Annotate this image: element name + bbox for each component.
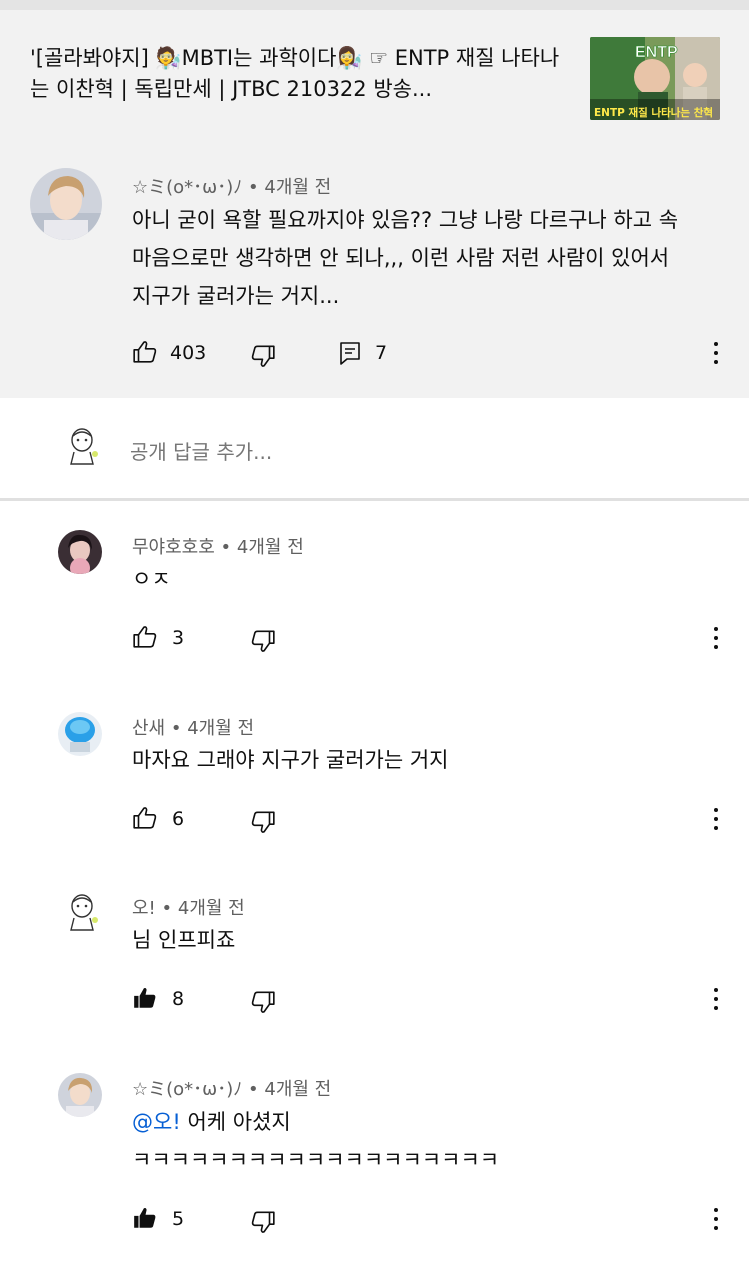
avatar[interactable]	[58, 1073, 102, 1117]
reply-icon[interactable]	[338, 340, 362, 370]
dislike-icon[interactable]	[250, 1209, 276, 1239]
like-icon-filled[interactable]	[132, 985, 158, 1015]
like-count: 6	[172, 808, 185, 830]
video-thumbnail[interactable]: ENTP ENTP 재질 나타나는 찬혁	[590, 37, 720, 120]
comment-author[interactable]: ☆ミ(o*･ω･)ﾉ	[132, 177, 242, 198]
dislike-icon[interactable]	[250, 809, 276, 839]
like-icon[interactable]	[132, 805, 158, 835]
mention-link[interactable]: @오!	[132, 1110, 181, 1134]
meta-separator: •	[248, 1079, 259, 1100]
comment-text-line2: ㅋㅋㅋㅋㅋㅋㅋㅋㅋㅋㅋㅋㅋㅋㅋㅋㅋㅋㅋ	[132, 1148, 500, 1172]
comment-time: 4개월 전	[236, 537, 304, 558]
thumbnail-image: ENTP ENTP 재질 나타나는 찬혁	[590, 37, 720, 120]
like-count: 5	[172, 1208, 185, 1230]
more-options-icon[interactable]	[713, 627, 719, 651]
comment-text: @오! 어케 아셨지 ㅋㅋㅋㅋㅋㅋㅋㅋㅋㅋㅋㅋㅋㅋㅋㅋㅋㅋㅋ	[132, 1103, 692, 1179]
comment-time: 4개월 전	[187, 718, 255, 739]
avatar[interactable]	[58, 712, 102, 756]
more-options-icon[interactable]	[713, 808, 719, 832]
comment-text: ㅇㅈ	[132, 567, 171, 591]
comment-text: 아니 굳이 욕할 필요까지야 있음?? 그냥 나랑 다르구나 하고 속마음으로만…	[132, 208, 679, 308]
comment-time: 4개월 전	[177, 898, 245, 919]
reply-composer[interactable]: 공개 답글 추가...	[0, 398, 749, 498]
comment-author[interactable]: 오!	[132, 898, 156, 919]
like-count: 8	[172, 988, 185, 1010]
reply-input[interactable]: 공개 답글 추가...	[130, 436, 272, 465]
thumbnail-tag: ENTP	[635, 44, 678, 61]
like-count: 403	[170, 342, 207, 364]
dislike-icon[interactable]	[250, 989, 276, 1019]
reply-count[interactable]: 7	[375, 342, 387, 364]
like-icon[interactable]	[132, 624, 158, 654]
avatar[interactable]	[58, 530, 102, 574]
dislike-icon[interactable]	[250, 343, 276, 373]
like-icon-filled[interactable]	[132, 1205, 158, 1235]
comment-author[interactable]: ☆ミ(o*･ω･)ﾉ	[132, 1079, 242, 1100]
like-icon[interactable]	[132, 339, 158, 369]
comment-text: 님 인프피죠	[132, 928, 236, 952]
more-options-icon[interactable]	[713, 342, 719, 366]
user-avatar	[62, 426, 102, 468]
like-count: 3	[172, 627, 185, 649]
video-title[interactable]: '[골라봐야지] 🧑‍🔬MBTI는 과학이다👩‍🔬 ☞ ENTP 재질 나타나는…	[30, 43, 570, 105]
meta-separator: •	[220, 537, 232, 558]
meta-separator: •	[248, 177, 259, 198]
comment-time: 4개월 전	[264, 1079, 332, 1100]
comment-text: 마자요 그래야 지구가 굴러가는 거지	[132, 748, 449, 772]
highlighted-comment: ☆ミ(o*･ω･)ﾉ • 4개월 전 아니 굳이 욕할 필요까지야 있음?? 그…	[0, 142, 749, 398]
dislike-icon[interactable]	[250, 628, 276, 658]
comment-author[interactable]: 산새	[132, 718, 165, 739]
comment-time: 4개월 전	[264, 177, 332, 198]
status-strip	[0, 0, 749, 10]
meta-separator: •	[161, 898, 173, 919]
section-divider	[0, 498, 749, 501]
more-options-icon[interactable]	[713, 1208, 719, 1232]
comment-text-line1: 어케 아셨지	[187, 1110, 291, 1134]
more-options-icon[interactable]	[713, 988, 719, 1012]
avatar[interactable]	[30, 168, 102, 240]
avatar[interactable]	[62, 892, 102, 934]
thumbnail-caption: ENTP 재질 나타나는 찬혁	[594, 106, 713, 119]
meta-separator: •	[170, 718, 182, 739]
video-header[interactable]: '[골라봐야지] 🧑‍🔬MBTI는 과학이다👩‍🔬 ☞ ENTP 재질 나타나는…	[0, 10, 749, 151]
comment-author[interactable]: 무야호호호	[132, 537, 215, 558]
